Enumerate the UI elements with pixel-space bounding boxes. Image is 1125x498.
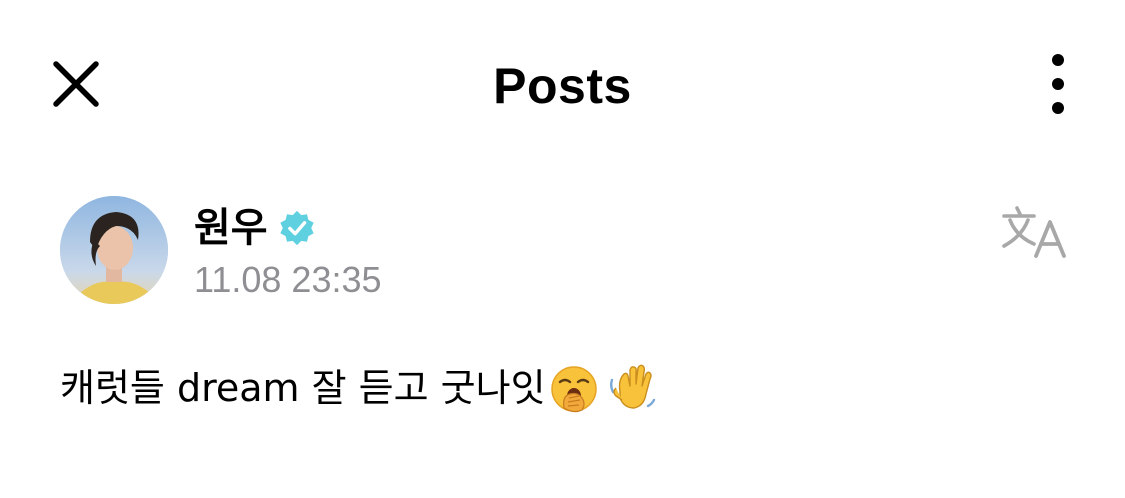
waving-hand-emoji — [606, 362, 658, 414]
post-body: 캐럿들 dream 잘 듣고 굿나잇 — [60, 360, 658, 416]
translate-icon — [1002, 206, 1066, 258]
more-dot — [1052, 102, 1064, 114]
author-name[interactable]: 원우 — [194, 204, 268, 252]
more-dot — [1052, 78, 1064, 90]
yawning-face-emoji — [548, 362, 600, 414]
author-avatar[interactable] — [60, 196, 168, 304]
post-timestamp: 11.08 23:35 — [194, 259, 382, 300]
more-options-button[interactable] — [1040, 54, 1078, 114]
avatar-image — [60, 196, 168, 304]
post-author-row: 원우 11.08 23:35 — [60, 196, 1080, 308]
more-vertical-icon — [1052, 54, 1064, 66]
page-title: Posts — [493, 58, 632, 114]
post-text: 캐럿들 dream 잘 듣고 굿나잇 — [60, 366, 546, 410]
author-name-row: 원우 — [194, 204, 316, 252]
verified-badge-icon — [279, 210, 314, 246]
post-screen: Posts 원우 11.08 23:35 캐럿들 dream 잘 듣고 굿나잇 — [0, 0, 1125, 498]
header-bar: Posts — [0, 0, 1125, 170]
translate-button[interactable] — [1000, 204, 1070, 264]
